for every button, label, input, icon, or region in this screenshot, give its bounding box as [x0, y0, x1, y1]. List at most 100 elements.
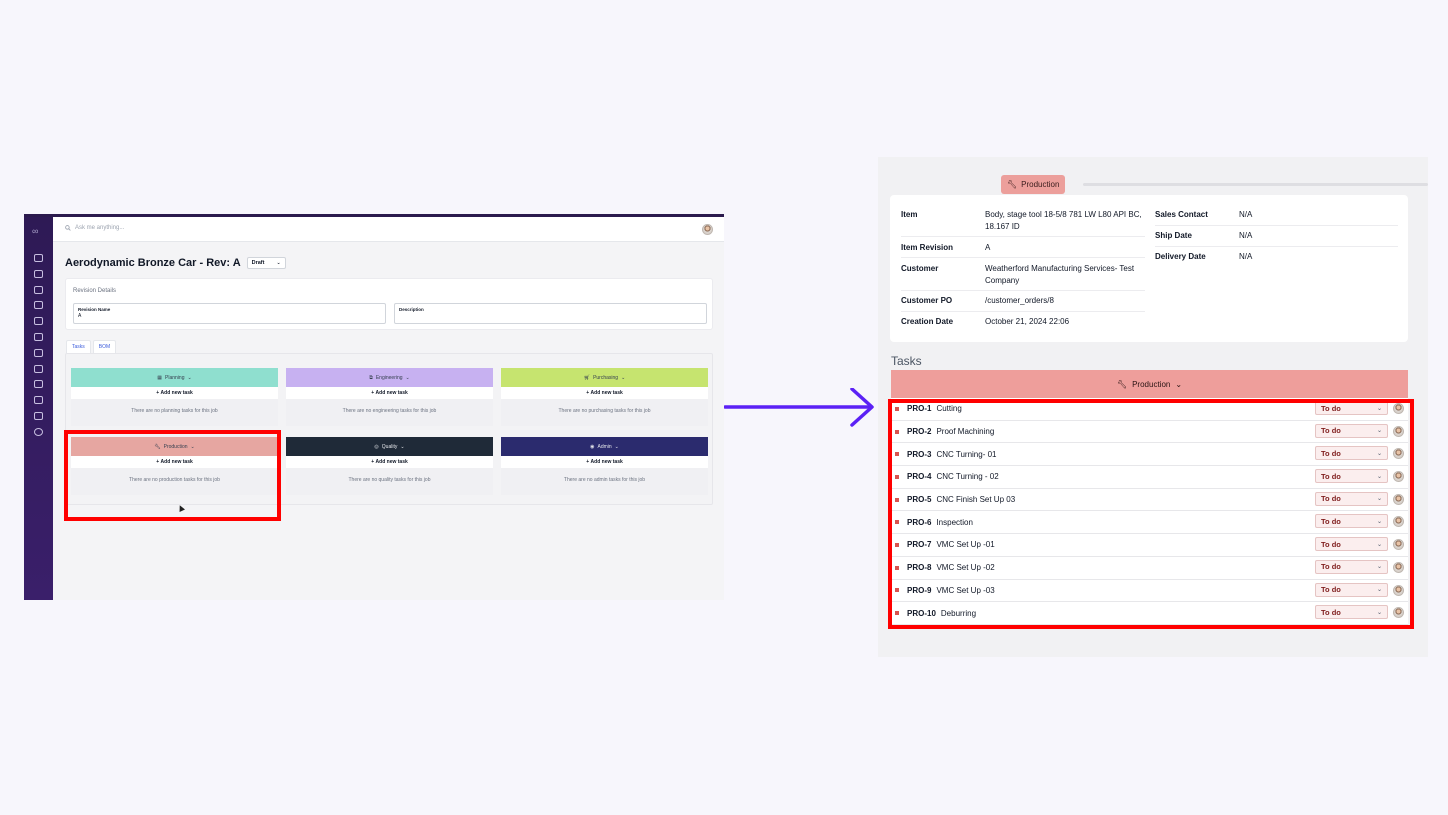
chevron-down-icon: ⌄	[405, 374, 410, 381]
tab-bom[interactable]: BOM	[92, 340, 117, 353]
add-task-button[interactable]: + Add new task	[286, 387, 493, 399]
chevron-down-icon: ⌄	[614, 443, 619, 450]
tab-tasks[interactable]: Tasks	[66, 340, 91, 353]
group-title: Production	[1132, 379, 1171, 389]
settings-icon[interactable]	[34, 412, 43, 420]
column-header-purchasing[interactable]: 🛒︎ Purchasing ⌄	[501, 368, 708, 387]
column-title: Quality	[381, 443, 398, 450]
add-task-label: Add new task	[375, 390, 408, 396]
detail-key: Delivery Date	[1155, 252, 1206, 261]
add-task-button[interactable]: + Add new task	[501, 387, 708, 399]
page-title-text: Aerodynamic Bronze Car - Rev: A	[65, 257, 241, 269]
detail-key: Customer	[901, 264, 939, 273]
divider	[1155, 246, 1398, 247]
cube-icon[interactable]	[34, 301, 43, 309]
detail-key: Item	[901, 210, 918, 219]
truck-icon[interactable]	[34, 380, 43, 388]
add-task-label: Add new task	[375, 459, 408, 465]
empty-message: There are no planning tasks for this job	[131, 408, 218, 414]
detail-value: Body, stage tool 18-5/8 781 LW L80 API B…	[985, 210, 1142, 231]
add-task-button[interactable]: + Add new task	[501, 456, 708, 468]
home-icon[interactable]	[34, 254, 43, 262]
eye-icon[interactable]	[34, 428, 43, 436]
users-icon[interactable]	[34, 365, 43, 373]
chevron-down-icon: ⌄	[187, 374, 192, 381]
add-task-label: Add new task	[590, 390, 623, 396]
user-circle-icon: ◉	[590, 443, 595, 450]
divider	[901, 311, 1145, 312]
empty-message: There are no engineering tasks for this …	[342, 408, 437, 414]
column-title: Engineering	[375, 374, 403, 381]
highlight-box-tasks	[888, 399, 1414, 629]
production-group-header[interactable]: 🔧︎ Production ⌄	[891, 370, 1408, 398]
column-title: Planning	[165, 374, 185, 381]
detail-key: Customer PO	[901, 296, 953, 305]
column-admin: ◉ Admin ⌄ + Add new task There are no ad…	[501, 437, 708, 495]
revision-name-field[interactable]: Revision Name A	[73, 303, 386, 324]
column-title: Purchasing	[593, 374, 619, 381]
add-task-button[interactable]: + Add new task	[286, 456, 493, 468]
detail-key: Creation Date	[901, 317, 954, 326]
job-details-card: Item Body, stage tool 18-5/8 781 LW L80 …	[890, 195, 1408, 342]
column-title: Admin	[597, 443, 612, 450]
search-icon	[65, 225, 71, 231]
detail-value: N/A	[1239, 210, 1253, 219]
cart-icon[interactable]	[34, 286, 43, 294]
wrench-icon: 🔧︎	[1007, 180, 1018, 189]
page-title: Aerodynamic Bronze Car - Rev: A Draft ⌄	[65, 257, 286, 269]
cube-icon: ⧉	[369, 374, 373, 381]
divider	[1155, 225, 1398, 226]
column-header-planning[interactable]: ▦ Planning ⌄	[71, 368, 278, 387]
production-chip[interactable]: 🔧︎ Production	[1001, 175, 1066, 194]
detail-value: A	[985, 243, 991, 252]
progress-track	[1083, 183, 1428, 186]
column-header-engineering[interactable]: ⧉ Engineering ⌄	[286, 368, 493, 387]
database-icon[interactable]	[34, 349, 43, 357]
description-label: Description	[399, 307, 424, 312]
add-task-label: Add new task	[590, 459, 623, 465]
column-header-quality[interactable]: ◎ Quality ⌄	[286, 437, 493, 456]
check-circle-icon: ◎	[374, 443, 379, 450]
status-dropdown[interactable]: Draft ⌄	[246, 257, 286, 269]
detail-key: Sales Contact	[1155, 210, 1208, 219]
detail-value: October 21, 2024 22:06	[985, 317, 1070, 326]
detail-row-sales-contact: Sales Contact N/A	[1155, 209, 1401, 221]
chevron-down-icon: ⌄	[276, 260, 281, 266]
cart-icon: 🛒︎	[583, 374, 591, 381]
file-icon[interactable]	[34, 333, 43, 341]
detail-row-customer: Customer Weatherford Manufacturing Servi…	[901, 263, 1147, 287]
chevron-down-icon: ⌄	[621, 374, 626, 381]
add-task-button[interactable]: + Add new task	[71, 387, 278, 399]
empty-message: There are no admin tasks for this job	[563, 477, 646, 483]
column-engineering: ⧉ Engineering ⌄ + Add new task There are…	[286, 368, 493, 426]
empty-message: There are no purchasing tasks for this j…	[558, 408, 651, 414]
search-placeholder: Ask me anything...	[75, 225, 125, 231]
detail-row-item-revision: Item Revision A	[901, 242, 1147, 254]
search-bar[interactable]: Ask me anything...	[65, 225, 124, 231]
description-field[interactable]: Description	[394, 303, 707, 324]
divider	[901, 290, 1145, 291]
revision-name-value: A	[78, 313, 82, 319]
wrench-icon: 🔧︎	[1116, 379, 1128, 389]
detail-row-item: Item Body, stage tool 18-5/8 781 LW L80 …	[901, 209, 1147, 233]
left-topbar: Ask me anything...	[53, 217, 724, 242]
status-value: Draft	[251, 260, 265, 266]
column-header-admin[interactable]: ◉ Admin ⌄	[501, 437, 708, 456]
detail-value: /customer_orders/8	[985, 296, 1054, 305]
revision-name-label: Revision Name	[78, 307, 111, 312]
revision-details-header: Revision Details	[73, 288, 117, 294]
avatar[interactable]	[702, 224, 713, 235]
column-quality: ◎ Quality ⌄ + Add new task There are no …	[286, 437, 493, 495]
detail-row-delivery-date: Delivery Date N/A	[1155, 251, 1401, 263]
column-purchasing: 🛒︎ Purchasing ⌄ + Add new task There are…	[501, 368, 708, 426]
tasks-section-title: Tasks	[891, 354, 922, 368]
inbox-icon[interactable]	[34, 317, 43, 325]
detail-row-creation-date: Creation Date October 21, 2024 22:06	[901, 316, 1147, 328]
detail-value: N/A	[1239, 231, 1253, 240]
revision-details-card: Revision Details Revision Name A Descrip…	[65, 278, 713, 330]
detail-key: Item Revision	[901, 243, 954, 252]
document-icon[interactable]	[34, 270, 43, 278]
left-sidebar: ∞	[24, 217, 53, 600]
calendar-icon: ▦	[157, 374, 163, 381]
report-icon[interactable]	[34, 396, 43, 404]
